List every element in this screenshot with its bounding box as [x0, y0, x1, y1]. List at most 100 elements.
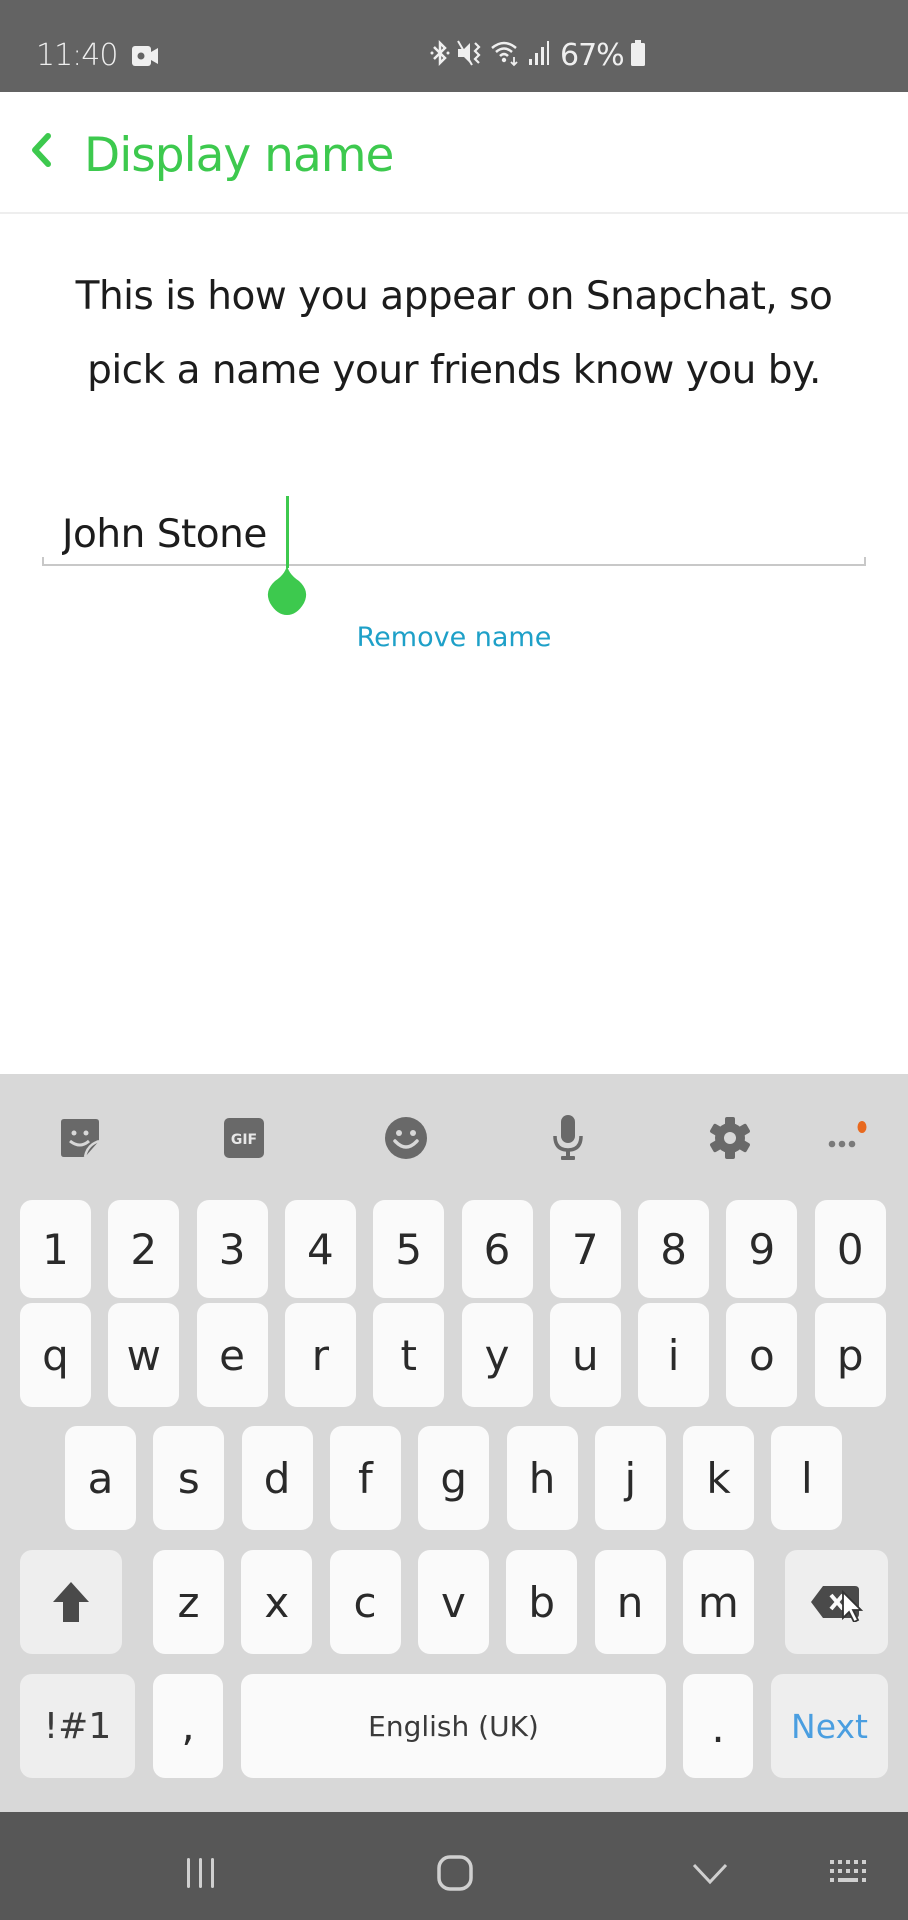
key-label: 9 [748, 1224, 776, 1274]
key-r[interactable]: r [284, 1303, 356, 1407]
key-label: k [706, 1453, 731, 1503]
status-bar: 11:40 67% [0, 0, 908, 92]
display-name-input[interactable] [62, 506, 842, 562]
next-key-label: Next [791, 1706, 868, 1746]
key-u[interactable]: u [549, 1303, 621, 1407]
key-t[interactable]: t [373, 1303, 445, 1407]
key-1[interactable]: 1 [20, 1200, 91, 1298]
key-label: 3 [218, 1224, 246, 1274]
key-4[interactable]: 4 [284, 1200, 356, 1298]
key-b[interactable]: b [506, 1550, 578, 1654]
key-l[interactable]: l [771, 1426, 843, 1530]
more-options-icon[interactable] [822, 1114, 870, 1162]
key-label: j [624, 1453, 637, 1503]
remove-name-link[interactable]: Remove name [0, 622, 908, 653]
description-line-1: This is how you appear on Snapchat, so [75, 274, 833, 319]
recent-apps-icon[interactable] [184, 1856, 218, 1895]
key-0[interactable]: 0 [814, 1200, 886, 1298]
microphone-icon[interactable] [544, 1114, 592, 1162]
description-line-2: pick a name your friends know you by. [87, 348, 821, 393]
cursor-handle[interactable] [264, 563, 310, 615]
signal-icon [528, 39, 550, 72]
next-key[interactable]: Next [771, 1674, 888, 1778]
key-i[interactable]: i [638, 1303, 710, 1407]
key-v[interactable]: v [417, 1550, 489, 1654]
key-label: z [177, 1577, 200, 1627]
key-label: 5 [395, 1224, 423, 1274]
key-label: h [528, 1453, 556, 1503]
key-g[interactable]: g [418, 1426, 490, 1530]
key-9[interactable]: 9 [726, 1200, 798, 1298]
key-8[interactable]: 8 [638, 1200, 710, 1298]
period-key[interactable]: . [683, 1674, 753, 1778]
period-key-label: . [711, 1703, 725, 1752]
app-header: Display name [0, 92, 908, 214]
key-6[interactable]: 6 [461, 1200, 533, 1298]
gif-icon[interactable]: GIF [220, 1114, 268, 1162]
key-label: q [42, 1330, 69, 1380]
sticker-icon[interactable] [56, 1114, 104, 1162]
key-label: l [801, 1453, 813, 1503]
key-label: d [263, 1453, 291, 1503]
key-label: b [528, 1577, 556, 1627]
key-o[interactable]: o [726, 1303, 798, 1407]
space-key-label: English (UK) [368, 1709, 539, 1743]
key-j[interactable]: j [594, 1426, 666, 1530]
key-z[interactable]: z [153, 1550, 224, 1654]
key-label: 6 [483, 1224, 511, 1274]
key-label: i [667, 1330, 680, 1380]
key-label: s [177, 1453, 200, 1503]
key-p[interactable]: p [814, 1303, 886, 1407]
key-label: y [484, 1330, 510, 1380]
key-5[interactable]: 5 [373, 1200, 445, 1298]
settings-gear-icon[interactable] [706, 1114, 754, 1162]
key-q[interactable]: q [20, 1303, 91, 1407]
symbols-key-label: !#1 [43, 1705, 112, 1747]
symbols-key[interactable]: !#1 [20, 1674, 135, 1778]
key-label: r [311, 1330, 330, 1380]
wifi-icon [490, 39, 522, 72]
key-y[interactable]: y [461, 1303, 533, 1407]
status-time: 11:40 [36, 38, 118, 73]
key-n[interactable]: n [594, 1550, 666, 1654]
description-text: This is how you appear on Snapchat, so p… [0, 260, 908, 408]
back-button[interactable] [26, 130, 58, 170]
display-name-field [42, 490, 866, 570]
key-7[interactable]: 7 [549, 1200, 621, 1298]
keyboard-switch-icon[interactable] [828, 1858, 872, 1893]
key-2[interactable]: 2 [108, 1200, 180, 1298]
key-w[interactable]: w [108, 1303, 180, 1407]
key-x[interactable]: x [241, 1550, 313, 1654]
key-label: 0 [836, 1224, 864, 1274]
screen-record-icon [132, 46, 158, 66]
hide-keyboard-icon[interactable] [692, 1862, 728, 1891]
key-s[interactable]: s [153, 1426, 225, 1530]
comma-key[interactable]: , [153, 1674, 223, 1778]
comma-key-label: , [181, 1701, 195, 1750]
key-label: u [571, 1330, 599, 1380]
backspace-key[interactable] [785, 1550, 888, 1654]
bluetooth-icon [430, 39, 450, 72]
key-label: v [440, 1577, 466, 1627]
key-label: p [836, 1330, 864, 1380]
keyboard: GIF 1 2 3 4 5 6 7 8 9 0 q w e r t y u i o p a s d f g h j k l z x c v… [0, 1074, 908, 1812]
shift-key[interactable] [20, 1550, 122, 1654]
key-f[interactable]: f [329, 1426, 401, 1530]
home-icon[interactable] [436, 1854, 474, 1897]
key-label: w [126, 1330, 161, 1380]
key-c[interactable]: c [329, 1550, 401, 1654]
chevron-left-icon [32, 133, 51, 167]
key-h[interactable]: h [506, 1426, 578, 1530]
key-3[interactable]: 3 [196, 1200, 268, 1298]
key-k[interactable]: k [683, 1426, 755, 1530]
shift-arrow-icon [53, 1582, 89, 1622]
key-e[interactable]: e [196, 1303, 268, 1407]
emoji-icon[interactable] [382, 1114, 430, 1162]
key-label: 8 [660, 1224, 687, 1274]
key-a[interactable]: a [65, 1426, 136, 1530]
key-label: t [400, 1330, 417, 1380]
key-m[interactable]: m [682, 1550, 754, 1654]
key-d[interactable]: d [241, 1426, 313, 1530]
space-key[interactable]: English (UK) [241, 1674, 666, 1778]
page-title: Display name [84, 128, 394, 183]
